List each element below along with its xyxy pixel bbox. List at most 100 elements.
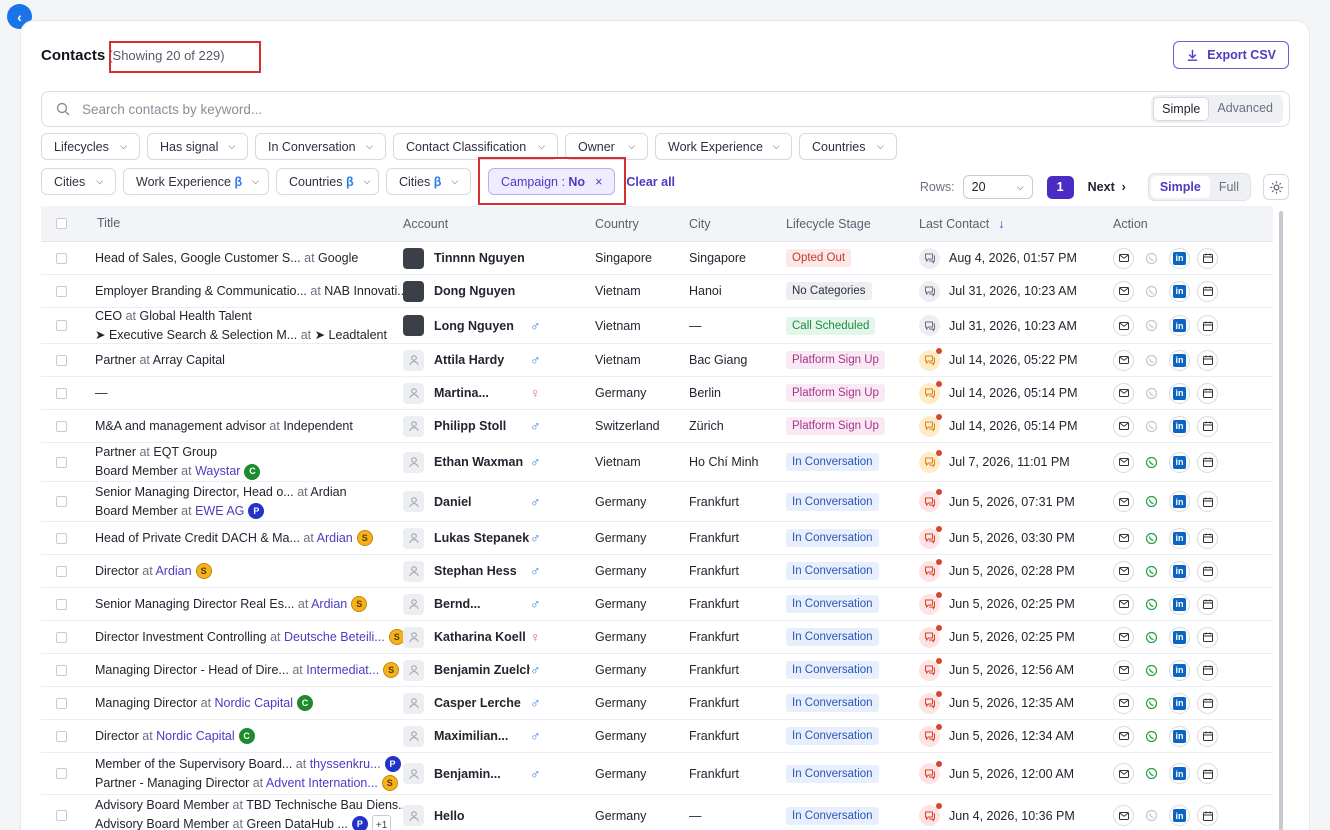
- lifecycle-badge[interactable]: Call Scheduled: [786, 316, 876, 335]
- filter-chip[interactable]: Cities ⌵: [41, 168, 116, 195]
- lifecycle-badge[interactable]: In Conversation: [786, 453, 879, 471]
- conversation-icon[interactable]: [919, 690, 942, 714]
- col-last-contact[interactable]: Last Contact ↓: [919, 217, 1113, 231]
- filter-chip[interactable]: Countries ⌵: [799, 133, 897, 160]
- conversation-icon[interactable]: [919, 761, 942, 784]
- conversation-icon[interactable]: [919, 723, 942, 747]
- company-name[interactable]: Ardian: [155, 564, 191, 578]
- company-name[interactable]: Ardian: [317, 531, 353, 545]
- contact-name[interactable]: Long Nguyen: [434, 319, 530, 333]
- whatsapp-icon[interactable]: [1141, 805, 1162, 826]
- conversation-icon[interactable]: [919, 624, 942, 648]
- avatar[interactable]: [403, 280, 424, 302]
- avatar[interactable]: [403, 247, 424, 269]
- email-icon[interactable]: [1113, 280, 1134, 302]
- contact-name[interactable]: Benjamin Zuelch: [434, 663, 530, 677]
- company-name[interactable]: EWE AG: [195, 504, 244, 518]
- linkedin-icon[interactable]: in: [1169, 805, 1190, 826]
- whatsapp-icon[interactable]: [1141, 415, 1162, 437]
- avatar[interactable]: [403, 692, 424, 714]
- search-input[interactable]: [82, 101, 1152, 117]
- filter-chip[interactable]: Contact Classification ⌵: [393, 133, 558, 160]
- table-row[interactable]: Member of the Supervisory Board... at th…: [41, 753, 1273, 795]
- row-checkbox[interactable]: [55, 730, 67, 742]
- lifecycle-badge[interactable]: In Conversation: [786, 628, 879, 646]
- linkedin-icon[interactable]: in: [1169, 560, 1190, 582]
- avatar[interactable]: [403, 491, 424, 512]
- whatsapp-icon[interactable]: [1141, 491, 1162, 512]
- calendar-icon[interactable]: [1197, 659, 1218, 681]
- table-row[interactable]: Employer Branding & Communicatio... at N…: [41, 275, 1273, 308]
- lifecycle-badge[interactable]: In Conversation: [786, 492, 879, 511]
- contact-name[interactable]: Stephan Hess: [434, 564, 530, 578]
- avatar[interactable]: [403, 451, 424, 473]
- page-button-current[interactable]: 1: [1046, 175, 1074, 199]
- select-all-checkbox[interactable]: [55, 218, 67, 229]
- filter-chip[interactable]: Owner ⌵: [565, 133, 648, 160]
- row-checkbox[interactable]: [55, 456, 67, 468]
- calendar-icon[interactable]: [1197, 382, 1218, 404]
- whatsapp-icon[interactable]: [1141, 692, 1162, 714]
- linkedin-icon[interactable]: in: [1169, 415, 1190, 437]
- linkedin-icon[interactable]: in: [1169, 247, 1190, 269]
- contact-name[interactable]: Maximilian...: [434, 729, 530, 743]
- calendar-icon[interactable]: [1197, 315, 1218, 336]
- email-icon[interactable]: [1113, 692, 1134, 714]
- settings-button[interactable]: [1263, 174, 1289, 200]
- email-icon[interactable]: [1113, 491, 1134, 512]
- view-simple[interactable]: Simple: [1150, 176, 1210, 198]
- table-row[interactable]: Senior Managing Director, Head o... at A…: [41, 482, 1273, 522]
- linkedin-icon[interactable]: in: [1169, 382, 1190, 404]
- email-icon[interactable]: [1113, 725, 1134, 747]
- next-page-button[interactable]: Next ›: [1088, 180, 1126, 194]
- conversation-icon[interactable]: [919, 591, 942, 615]
- company-name[interactable]: Ardian: [311, 597, 347, 611]
- whatsapp-icon[interactable]: [1141, 247, 1162, 269]
- table-row[interactable]: Advisory Board Member at TBD Technische …: [41, 795, 1273, 830]
- avatar[interactable]: [403, 659, 424, 681]
- linkedin-icon[interactable]: in: [1169, 349, 1190, 371]
- row-checkbox[interactable]: [55, 532, 67, 544]
- email-icon[interactable]: [1113, 382, 1134, 404]
- clear-all-link[interactable]: Clear all: [626, 175, 675, 189]
- calendar-icon[interactable]: [1197, 527, 1218, 549]
- contact-name[interactable]: Bernd...: [434, 597, 530, 611]
- conversation-icon[interactable]: [919, 657, 942, 681]
- lifecycle-badge[interactable]: Platform Sign Up: [786, 417, 885, 435]
- search-mode-advanced[interactable]: Advanced: [1209, 97, 1281, 121]
- conversation-icon[interactable]: [919, 380, 942, 404]
- conversation-icon[interactable]: [919, 558, 942, 582]
- contact-name[interactable]: Philipp Stoll: [434, 419, 530, 433]
- table-row[interactable]: Managing Director - Head of Dire... at I…: [41, 654, 1273, 687]
- email-icon[interactable]: [1113, 593, 1134, 615]
- conversation-icon[interactable]: [919, 315, 940, 336]
- lifecycle-badge[interactable]: Opted Out: [786, 249, 852, 267]
- linkedin-icon[interactable]: in: [1169, 763, 1190, 784]
- row-checkbox[interactable]: [55, 354, 67, 366]
- contact-name[interactable]: Casper Lerche: [434, 696, 530, 710]
- contact-name[interactable]: Katharina Koell: [434, 630, 530, 644]
- linkedin-icon[interactable]: in: [1169, 692, 1190, 714]
- row-checkbox[interactable]: [55, 565, 67, 577]
- lifecycle-badge[interactable]: In Conversation: [786, 764, 879, 783]
- avatar[interactable]: [403, 382, 424, 404]
- table-row[interactable]: Partner at EQT Group Board Member at Ways…: [41, 443, 1273, 482]
- row-checkbox[interactable]: [55, 320, 67, 331]
- lifecycle-badge[interactable]: Platform Sign Up: [786, 351, 885, 369]
- avatar[interactable]: [403, 415, 424, 437]
- conversation-icon[interactable]: [919, 280, 940, 302]
- row-checkbox[interactable]: [55, 387, 67, 399]
- table-row[interactable]: Head of Private Credit DACH & Ma... at A…: [41, 522, 1273, 555]
- search-mode-simple[interactable]: Simple: [1153, 97, 1210, 121]
- avatar[interactable]: [403, 763, 424, 784]
- row-checkbox[interactable]: [55, 768, 67, 779]
- lifecycle-badge[interactable]: No Categories: [786, 282, 872, 300]
- email-icon[interactable]: [1113, 560, 1134, 582]
- table-row[interactable]: Director at Nordic Capital C Maximilian...…: [41, 720, 1273, 753]
- contact-name[interactable]: Tinnnn Nguyen: [434, 251, 530, 265]
- col-account[interactable]: Account: [403, 217, 595, 231]
- email-icon[interactable]: [1113, 527, 1134, 549]
- whatsapp-icon[interactable]: [1141, 626, 1162, 648]
- email-icon[interactable]: [1113, 415, 1134, 437]
- conversation-icon[interactable]: [919, 803, 942, 826]
